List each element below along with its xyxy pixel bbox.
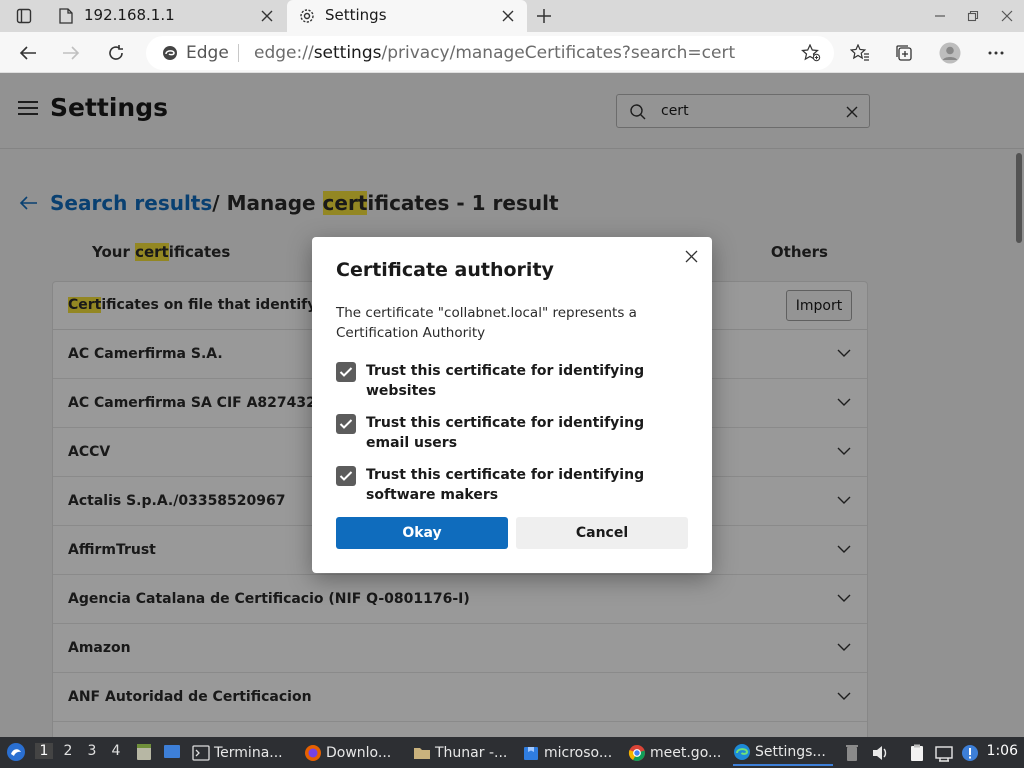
url-host: settings (313, 43, 382, 63)
desktop-icon[interactable] (162, 742, 182, 762)
star-add-icon (801, 44, 821, 62)
divider (238, 44, 239, 62)
url-text: edge://settings/privacy/manageCertificat… (254, 43, 735, 63)
collections-icon (896, 45, 912, 61)
clock: 1:06 (986, 743, 1018, 759)
restore-icon (967, 10, 979, 22)
plus-icon (537, 9, 551, 23)
checkmark-icon (339, 419, 353, 429)
more-menu-button[interactable] (982, 39, 1010, 67)
tab-actions-button[interactable] (8, 4, 40, 28)
minimize-button[interactable] (930, 6, 950, 26)
workspace-1[interactable]: 1 (35, 743, 53, 759)
task-label: Settings... (755, 743, 826, 760)
dialog-title: Certificate authority (336, 259, 554, 281)
restore-button[interactable] (963, 6, 983, 26)
task-thunar[interactable]: Thunar -... (413, 739, 513, 766)
task-label: Thunar -... (435, 744, 508, 761)
task-label: microso... (544, 744, 613, 761)
gear-icon (299, 8, 315, 24)
dialog-description: The certificate "collabnet.local" repres… (336, 305, 637, 341)
trust-software-checkbox[interactable] (336, 466, 356, 486)
trust-software-label: Trust this certificate for identifying s… (366, 467, 645, 503)
okay-button[interactable]: Okay (336, 517, 508, 549)
refresh-button[interactable] (102, 39, 130, 67)
trust-websites-checkbox[interactable] (336, 362, 356, 382)
trust-software-option[interactable]: Trust this certificate for identifying s… (336, 465, 676, 505)
close-window-button[interactable] (997, 6, 1017, 26)
tab-title: Settings (325, 6, 387, 24)
dialog-close-button[interactable] (682, 247, 700, 265)
workspace-4[interactable]: 4 (107, 743, 125, 759)
tab-title: 192.168.1.1 (84, 6, 175, 24)
edge-logo-icon (163, 46, 177, 60)
close-icon (685, 250, 697, 262)
new-tab-button[interactable] (531, 4, 557, 28)
tab-settings[interactable]: Settings (287, 0, 527, 32)
app-menu-icon (7, 743, 25, 761)
favorites-button[interactable] (846, 39, 874, 67)
trust-email-option[interactable]: Trust this certificate for identifying e… (336, 413, 676, 453)
package-icon (524, 746, 538, 760)
url-scheme: edge:// (254, 43, 314, 63)
start-menu-button[interactable] (4, 740, 28, 764)
forward-button[interactable] (57, 39, 85, 67)
task-label: meet.go... (650, 744, 722, 761)
tab-router[interactable]: 192.168.1.1 (46, 0, 286, 32)
browser-toolbar: Edge edge://settings/privacy/manageCerti… (0, 32, 1024, 73)
tab-strip: 192.168.1.1 Settings (0, 0, 1024, 32)
task-chrome[interactable]: meet.go... (628, 739, 728, 766)
minimize-icon (935, 15, 945, 17)
taskbar: 1 2 3 4 Termina... Downlo... Thunar -...… (0, 737, 1024, 768)
trust-websites-option[interactable]: Trust this certificate for identifying w… (336, 361, 676, 401)
clipboard-icon[interactable] (907, 743, 927, 763)
notification-icon[interactable] (960, 743, 980, 763)
firefox-icon (305, 744, 321, 761)
task-label: Downlo... (326, 744, 392, 761)
address-bar[interactable]: Edge edge://settings/privacy/manageCerti… (146, 36, 834, 70)
checkmark-icon (339, 471, 353, 481)
refresh-icon (109, 45, 123, 60)
cancel-button[interactable]: Cancel (516, 517, 688, 549)
trust-email-checkbox[interactable] (336, 414, 356, 434)
task-terminal[interactable]: Termina... (192, 739, 292, 766)
close-tab-icon[interactable] (499, 7, 517, 25)
certificate-authority-dialog: Certificate authority The certificate "c… (312, 237, 712, 573)
trust-websites-label: Trust this certificate for identifying w… (366, 363, 645, 399)
workspace-3[interactable]: 3 (83, 743, 101, 759)
url-path: /privacy/manageCertificates?search=cert (381, 43, 736, 63)
chrome-icon (628, 744, 645, 761)
volume-icon[interactable] (870, 743, 890, 763)
close-tab-icon[interactable] (258, 7, 276, 25)
network-icon[interactable] (934, 743, 954, 763)
trash-icon[interactable] (842, 743, 862, 763)
arrow-left-icon (19, 46, 36, 60)
terminal-icon (192, 744, 210, 761)
back-button[interactable] (14, 39, 42, 67)
task-edge-settings[interactable]: Settings... (733, 739, 833, 766)
task-firefox[interactable]: Downlo... (304, 739, 404, 766)
edge-icon (734, 743, 750, 760)
trust-email-label: Trust this certificate for identifying e… (366, 415, 645, 451)
add-favorite-button[interactable] (800, 43, 822, 63)
workspace-2[interactable]: 2 (59, 743, 77, 759)
avatar-icon (939, 42, 961, 64)
checkmark-icon (339, 367, 353, 377)
task-package[interactable]: microso... (522, 739, 622, 766)
browser-brand-label: Edge (186, 43, 229, 63)
close-icon (1001, 10, 1013, 22)
tab-actions-icon (16, 8, 32, 24)
page-icon (58, 8, 74, 24)
arrow-right-icon (63, 46, 80, 60)
notes-icon[interactable] (134, 742, 154, 762)
favorites-icon (850, 44, 869, 61)
more-icon (988, 51, 1004, 55)
collections-button[interactable] (890, 39, 918, 67)
folder-icon (414, 747, 430, 759)
task-label: Termina... (214, 744, 283, 761)
profile-button[interactable] (936, 39, 964, 67)
